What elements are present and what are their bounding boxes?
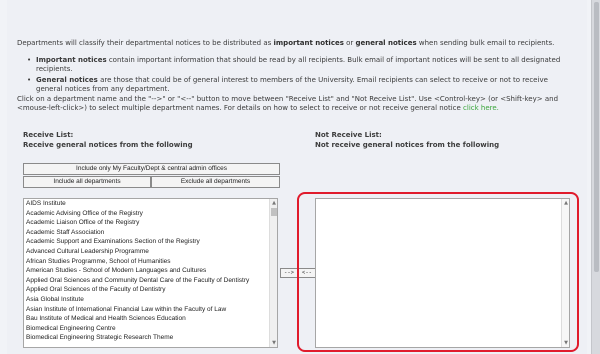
list-item[interactable]: American Studies - School of Modern Lang… <box>24 266 277 276</box>
scroll-down-arrow-icon[interactable]: ▼ <box>562 339 570 347</box>
intro-suffix: when sending bulk email to recipients. <box>416 39 555 47</box>
list-item[interactable]: Asia Global Institute <box>24 295 277 305</box>
list-item[interactable]: Bau Institute of Medical and Health Scie… <box>24 314 277 324</box>
bullet-important: Important notices contain important info… <box>27 56 567 74</box>
notice-type-list: Important notices contain important info… <box>27 56 567 96</box>
move-to-not-receive-button[interactable]: --> <box>280 268 298 278</box>
include-only-my-faculty-button[interactable]: Include only My Faculty/Dept & central a… <box>23 163 280 175</box>
list-item[interactable]: African Studies Programme, School of Hum… <box>24 257 277 267</box>
bullet-general-text: are those that could be of general inter… <box>36 76 548 93</box>
bullet-general: General notices are those that could be … <box>27 76 567 94</box>
list-item[interactable]: Advanced Cultural Leadership Programme <box>24 247 277 257</box>
receive-list-scrollbar[interactable]: ▲ ▼ <box>269 199 277 347</box>
scroll-up-arrow-icon[interactable]: ▲ <box>270 199 277 207</box>
help-text: Click on a department name and the "-->"… <box>17 95 577 113</box>
list-item[interactable]: AIDS Institute <box>24 199 277 209</box>
list-item[interactable]: Academic Staff Association <box>24 228 277 238</box>
window-scrollbar[interactable] <box>591 0 600 354</box>
receive-list-subtitle: Receive general notices from the followi… <box>23 141 193 149</box>
not-receive-list-scrollbar[interactable]: ▲ ▼ <box>561 199 569 347</box>
list-item[interactable]: Academic Liaison Office of the Registry <box>24 218 277 228</box>
exclude-all-departments-button[interactable]: Exclude all departments <box>151 176 280 188</box>
bullet-important-text: contain important information that shoul… <box>36 56 561 73</box>
list-item[interactable]: Biomedical Engineering Strategic Researc… <box>24 333 277 343</box>
help-link[interactable]: click here. <box>463 104 499 112</box>
not-receive-list-box[interactable]: ▲ ▼ <box>315 198 570 348</box>
not-receive-list-title: Not Receive List: <box>315 131 382 139</box>
list-item[interactable]: Asian Institute of International Financi… <box>24 305 277 315</box>
receive-list-title: Receive List: <box>23 131 74 139</box>
bullet-important-term: Important notices <box>36 56 107 64</box>
list-item[interactable]: Applied Oral Sciences of the Faculty of … <box>24 285 277 295</box>
intro-or: or <box>343 39 356 47</box>
list-item[interactable]: Academic Support and Examinations Sectio… <box>24 237 277 247</box>
scrollbar-thumb[interactable] <box>271 208 277 216</box>
include-all-departments-button[interactable]: Include all departments <box>23 176 151 188</box>
intro-text: Departments will classify their departme… <box>17 39 577 48</box>
bullet-general-term: General notices <box>36 76 98 84</box>
not-receive-list-subtitle: Not receive general notices from the fol… <box>315 141 500 149</box>
intro-prefix: Departments will classify their departme… <box>17 39 274 47</box>
window-scrollbar-thumb[interactable] <box>594 2 599 272</box>
list-item[interactable]: Biomedical Engineering Centre <box>24 324 277 334</box>
list-item[interactable]: Academic Advising Office of the Registry <box>24 209 277 219</box>
scroll-up-arrow-icon[interactable]: ▲ <box>562 199 570 207</box>
scroll-down-arrow-icon[interactable]: ▼ <box>270 339 277 347</box>
intro-important: important notices <box>273 39 344 47</box>
receive-list-box[interactable]: AIDS Institute Academic Advising Office … <box>23 198 278 348</box>
list-item[interactable]: Applied Oral Sciences and Community Dent… <box>24 276 277 286</box>
intro-general: general notices <box>355 39 417 47</box>
